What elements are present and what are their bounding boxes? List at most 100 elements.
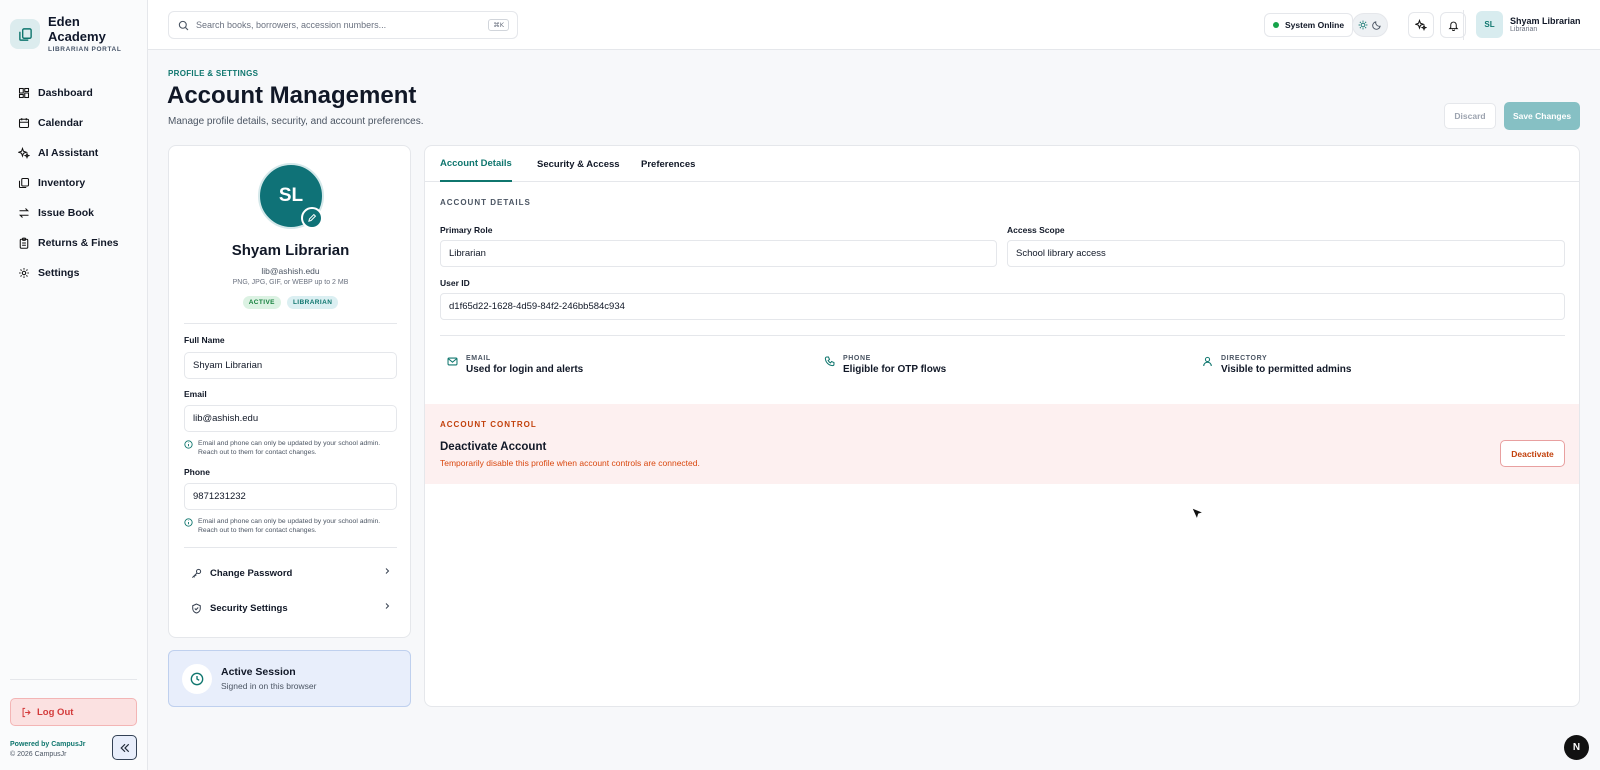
mail-icon: [447, 357, 458, 366]
tab-security-access[interactable]: Security & Access: [537, 146, 620, 182]
copyright: © 2026 CampusJr: [10, 751, 67, 758]
deactivate-description: Temporarily disable this profile when ac…: [440, 458, 700, 468]
user-role: Librarian: [1510, 26, 1538, 33]
profile-badges: ACTIVE LIBRARIAN: [169, 296, 412, 309]
search-shortcut: ⌘K: [488, 19, 509, 31]
active-session-card: Active Session Signed in on this browser: [168, 650, 411, 707]
info-value: Used for login and alerts: [466, 364, 584, 375]
sidebar-item-calendar[interactable]: Calendar: [10, 108, 138, 138]
moon-icon: [1372, 21, 1381, 30]
tab-account-details[interactable]: Account Details: [440, 146, 512, 182]
discard-button[interactable]: Discard: [1444, 103, 1496, 129]
sparkle-icon: [1415, 19, 1427, 31]
edit-avatar-button[interactable]: [301, 207, 323, 229]
calendar-icon: [18, 118, 30, 129]
sidebar-item-issue-book[interactable]: Issue Book: [10, 198, 138, 228]
primary-role-field[interactable]: Librarian: [440, 240, 997, 267]
full-name-field[interactable]: Shyam Librarian: [184, 352, 397, 379]
profile-name: Shyam Librarian: [231, 242, 350, 259]
change-password-label: Change Password: [210, 567, 293, 579]
swap-icon: [18, 208, 30, 218]
gear-icon: [19, 268, 29, 278]
security-settings-link[interactable]: Security Settings: [184, 593, 397, 623]
email-field[interactable]: lib@ashish.edu: [184, 405, 397, 432]
user-id-label: User ID: [440, 278, 470, 288]
search-icon: [178, 20, 189, 30]
logout-icon: [22, 707, 31, 717]
divider: [184, 323, 397, 324]
save-changes-button[interactable]: Save Changes: [1504, 102, 1580, 130]
brand-name-line2: Academy: [48, 29, 106, 44]
double-chevron-left-icon: [119, 743, 129, 752]
sidebar-item-label: Dashboard: [38, 87, 93, 99]
email-label: Email: [184, 389, 207, 399]
brand-name-line1: Eden: [48, 14, 80, 29]
powered-by: Powered by CampusJr: [10, 741, 86, 748]
info-value: Visible to permitted admins: [1221, 364, 1352, 375]
sidebar-item-label: AI Assistant: [38, 147, 99, 159]
page-title: Account Management: [167, 82, 417, 109]
user-id-field[interactable]: d1f65d22-1628-4d59-84f2-246bb584c934: [440, 293, 1565, 320]
next-dev-badge[interactable]: N: [1564, 735, 1589, 760]
library-logo-icon: [10, 19, 40, 49]
books-icon: [18, 177, 30, 189]
search-input[interactable]: Search books, borrowers, accession numbe…: [168, 11, 518, 39]
session-subtitle: Signed in on this browser: [221, 681, 317, 691]
info-key: EMAIL: [466, 355, 491, 362]
phone-note: Email and phone can only be updated by y…: [184, 517, 384, 535]
user-icon: [1203, 356, 1212, 367]
user-name: Shyam Librarian: [1510, 16, 1581, 26]
account-panel: Account Details Security & Access Prefer…: [424, 145, 1580, 707]
change-password-link[interactable]: Change Password: [184, 558, 397, 588]
info-key: PHONE: [843, 355, 871, 362]
theme-toggle[interactable]: [1352, 13, 1388, 37]
primary-role-label: Primary Role: [440, 225, 493, 235]
search-placeholder: Search books, borrowers, accession numbe…: [196, 20, 387, 30]
sidebar-nav: Dashboard Calendar AI Assistant Inventor…: [10, 78, 138, 288]
key-icon: [192, 568, 202, 578]
deactivate-title: Deactivate Account: [440, 441, 547, 453]
tab-bar: Account Details Security & Access Prefer…: [425, 146, 1579, 182]
topbar-divider: [1463, 10, 1464, 40]
phone-label: Phone: [184, 467, 210, 477]
tab-preferences[interactable]: Preferences: [641, 146, 695, 182]
divider: [440, 335, 1565, 336]
sidebar: Eden Academy LIBRARIAN PORTAL Dashboard …: [0, 0, 148, 770]
ai-sparkle-button[interactable]: [1408, 12, 1434, 38]
avatar: SL: [1476, 11, 1503, 38]
logout-button[interactable]: Log Out: [10, 698, 137, 726]
deactivate-button[interactable]: Deactivate: [1500, 440, 1565, 467]
profile-card: SL Shyam Librarian lib@ashish.edu PNG, J…: [168, 145, 411, 638]
security-settings-label: Security Settings: [210, 602, 288, 614]
sidebar-item-inventory[interactable]: Inventory: [10, 168, 138, 198]
sidebar-item-settings[interactable]: Settings: [10, 258, 138, 288]
info-directory: DIRECTORY Visible to permitted admins: [1202, 355, 1351, 375]
upload-hint: PNG, JPG, GIF, or WEBP up to 2 MB: [232, 279, 349, 286]
sidebar-item-ai-assistant[interactable]: AI Assistant: [10, 138, 138, 168]
clipboard-icon: [19, 237, 29, 249]
access-scope-label: Access Scope: [1007, 225, 1065, 235]
sidebar-item-returns-fines[interactable]: Returns & Fines: [10, 228, 138, 258]
sidebar-item-label: Inventory: [38, 177, 86, 189]
profile-email: lib@ashish.edu: [261, 266, 320, 276]
user-menu[interactable]: SL Shyam Librarian Librarian: [1476, 11, 1581, 38]
sidebar-item-dashboard[interactable]: Dashboard: [10, 78, 138, 108]
full-name-label: Full Name: [184, 335, 225, 345]
topbar: Search books, borrowers, accession numbe…: [148, 0, 1600, 50]
collapse-sidebar-button[interactable]: [112, 735, 137, 760]
pencil-icon: [308, 213, 317, 222]
breadcrumb: PROFILE & SETTINGS: [168, 69, 259, 78]
info-icon: [184, 440, 193, 449]
system-status-label: System Online: [1285, 20, 1345, 30]
phone-field[interactable]: 9871231232: [184, 483, 397, 510]
sun-icon: [1358, 20, 1368, 30]
access-scope-field[interactable]: School library access: [1007, 240, 1565, 267]
sidebar-item-label: Returns & Fines: [38, 237, 119, 249]
info-email: EMAIL Used for login and alerts: [447, 355, 583, 375]
session-title: Active Session: [221, 666, 296, 678]
status-dot-icon: [1273, 22, 1279, 28]
divider: [184, 547, 397, 548]
contact-note-text: Email and phone can only be updated by y…: [198, 518, 381, 534]
chevron-right-icon: [385, 603, 390, 609]
bell-icon: [1448, 21, 1458, 31]
